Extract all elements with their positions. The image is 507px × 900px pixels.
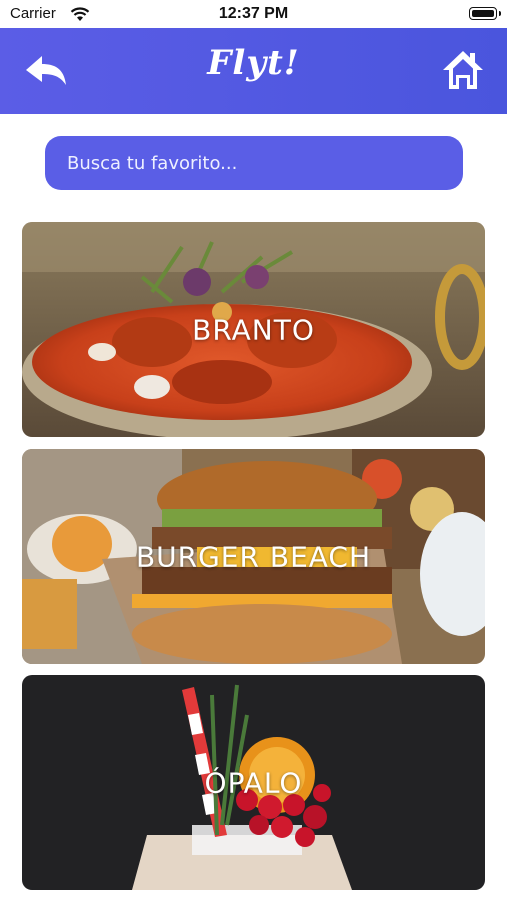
restaurant-name: BRANTO bbox=[192, 313, 315, 346]
restaurant-card-branto[interactable]: BRANTO bbox=[22, 222, 485, 437]
restaurant-card-burger-beach[interactable]: BURGER BEACH bbox=[22, 449, 485, 664]
clock: 12:37 PM bbox=[218, 5, 289, 22]
header-bar: Flyt! bbox=[0, 28, 507, 114]
battery-icon bbox=[469, 7, 497, 20]
restaurant-name: ÓPALO bbox=[204, 766, 303, 799]
home-icon[interactable] bbox=[441, 48, 485, 92]
search-input[interactable] bbox=[45, 136, 463, 190]
app-logo: Flyt! bbox=[207, 43, 300, 83]
restaurant-card-opalo[interactable]: ÓPALO bbox=[22, 675, 485, 890]
status-bar: Carrier 12:37 PM bbox=[0, 0, 507, 28]
restaurant-name: BURGER BEACH bbox=[135, 540, 372, 573]
